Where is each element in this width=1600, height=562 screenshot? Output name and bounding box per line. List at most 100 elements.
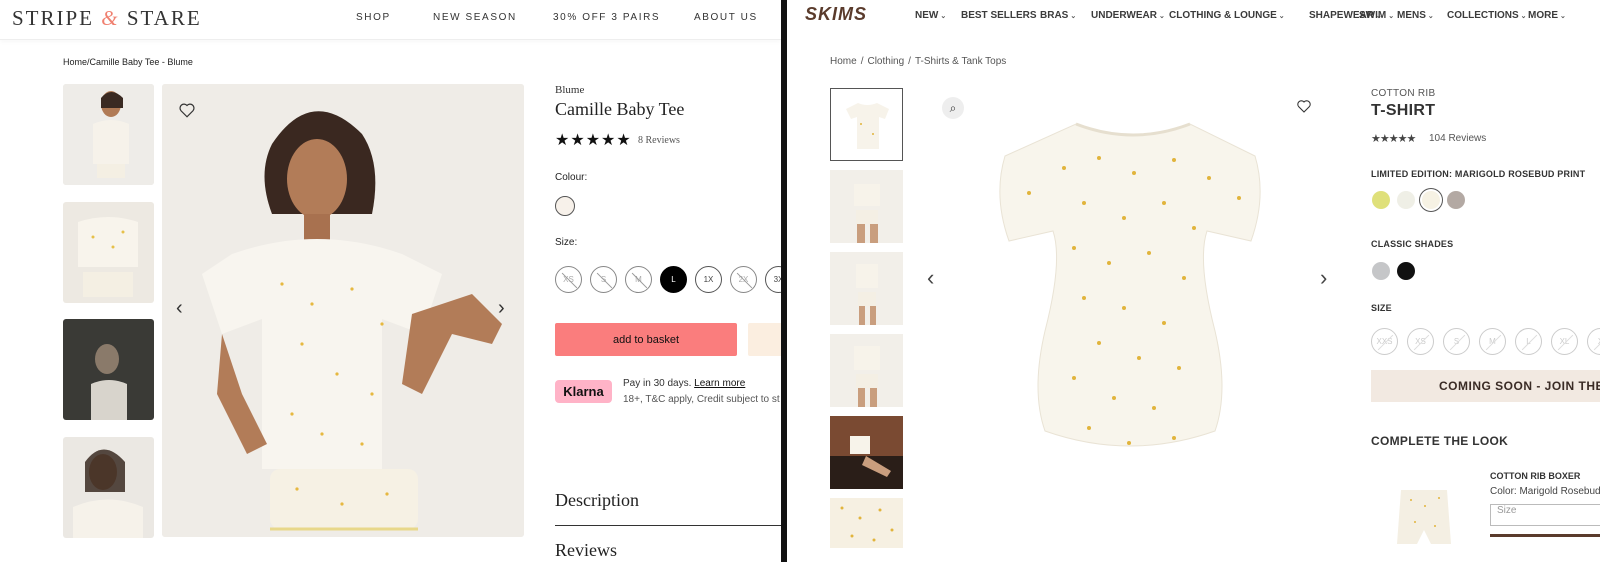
site-header: STRIPE & STARE SHOP NEW SEASON 30% OFF 3…: [0, 0, 781, 40]
color-swatch[interactable]: [1397, 262, 1415, 280]
thumbnail-1[interactable]: [63, 84, 154, 185]
size-option[interactable]: XXS: [1371, 328, 1398, 355]
add-to-basket-button[interactable]: add to basket: [555, 323, 737, 356]
thumbnail-4[interactable]: [63, 437, 154, 538]
chevron-right-icon[interactable]: ›: [498, 297, 505, 320]
chevron-down-icon: ⌄: [1070, 13, 1077, 20]
main-product-image[interactable]: [924, 88, 1339, 498]
size-option[interactable]: XL: [1551, 328, 1578, 355]
product-subtitle: COTTON RIB: [1371, 88, 1436, 99]
complete-the-look-heading: COMPLETE THE LOOK: [1371, 434, 1509, 448]
color-swatch[interactable]: [1397, 191, 1415, 209]
review-count[interactable]: 8 Reviews: [638, 135, 680, 146]
heart-icon[interactable]: [178, 101, 196, 119]
reviews-heading[interactable]: Reviews: [555, 540, 617, 561]
colour-label: Colour:: [555, 172, 588, 183]
size-option[interactable]: 3X: [765, 266, 781, 293]
secondary-button[interactable]: [748, 323, 781, 356]
boxer-name[interactable]: COTTON RIB BOXER: [1490, 471, 1580, 481]
size-option[interactable]: 2X: [730, 266, 757, 293]
review-count[interactable]: 104 Reviews: [1429, 133, 1486, 144]
join-waitlist-button[interactable]: COMING SOON - JOIN THE WAIT: [1371, 370, 1600, 402]
nav-clothing-lounge[interactable]: CLOTHING & LOUNGE ⌄: [1169, 10, 1285, 21]
nav-sale[interactable]: 30% OFF 3 PAIRS: [553, 12, 660, 23]
nav-bras[interactable]: BRAS ⌄: [1040, 10, 1076, 21]
nav-shop[interactable]: SHOP: [356, 12, 391, 23]
chevron-left-icon[interactable]: ‹: [927, 265, 934, 291]
boxer-image[interactable]: [1395, 486, 1453, 548]
heart-icon[interactable]: [1296, 98, 1312, 114]
nav-more[interactable]: MORE ⌄: [1528, 10, 1566, 21]
nav-new[interactable]: NEW ⌄: [915, 10, 946, 21]
search-icon[interactable]: ⌕: [942, 97, 964, 119]
main-product-image[interactable]: [162, 84, 524, 537]
skims-page: SKIMS NEW ⌄ BEST SELLERS BRAS ⌄ UNDERWEAR ⌄…: [787, 0, 1600, 562]
color-swatch-selected[interactable]: [1422, 191, 1440, 209]
klarna-logo: Klarna: [555, 380, 612, 403]
size-option[interactable]: M: [625, 266, 652, 293]
boxer-color: Color: Marigold Rosebud: [1490, 486, 1600, 497]
limited-edition-label: LIMITED EDITION: MARIGOLD ROSEBUD PRINT: [1371, 169, 1586, 179]
size-label: SIZE: [1371, 303, 1392, 313]
klarna-message: Pay in 30 days. Learn more: [623, 378, 746, 389]
chevron-right-icon[interactable]: ›: [1320, 265, 1327, 291]
chevron-down-icon: ⌄: [1520, 13, 1527, 20]
chevron-down-icon: ⌄: [1427, 13, 1434, 20]
product-brand[interactable]: Blume: [555, 84, 584, 96]
nav-best-sellers[interactable]: BEST SELLERS: [961, 10, 1037, 21]
nav-about-us[interactable]: ABOUT US: [694, 12, 758, 23]
thumbnail-1[interactable]: [830, 88, 903, 161]
chevron-down-icon: ⌄: [1388, 13, 1395, 20]
thumbnail-3[interactable]: [63, 319, 154, 420]
product-title: Camille Baby Tee: [555, 99, 685, 119]
size-option[interactable]: S: [590, 266, 617, 293]
size-option[interactable]: S: [1443, 328, 1470, 355]
boxer-size-select[interactable]: Size: [1490, 504, 1600, 526]
nav-new-season[interactable]: NEW SEASON: [433, 12, 517, 23]
star-rating: ★★★★★: [1371, 133, 1416, 145]
breadcrumb: Home / Clothing / T-Shirts & Tank Tops: [830, 56, 1007, 67]
breadcrumb-home[interactable]: Home: [830, 56, 857, 67]
stripe-and-stare-page: STRIPE & STARE SHOP NEW SEASON 30% OFF 3…: [0, 0, 781, 562]
thumbnail-2[interactable]: [830, 170, 903, 243]
color-swatch[interactable]: [1372, 191, 1390, 209]
color-swatch[interactable]: [1447, 191, 1465, 209]
chevron-left-icon[interactable]: ‹: [176, 297, 183, 320]
add-boxer-button[interactable]: [1490, 534, 1600, 537]
site-logo[interactable]: SKIMS: [805, 4, 867, 25]
classic-shades-label: CLASSIC SHADES: [1371, 239, 1454, 249]
chevron-down-icon: ⌄: [1560, 13, 1566, 20]
size-option[interactable]: L: [1515, 328, 1542, 355]
chevron-down-icon: ⌄: [1158, 13, 1165, 20]
thumbnail-5[interactable]: [830, 416, 903, 489]
size-option[interactable]: XS: [555, 266, 582, 293]
site-logo[interactable]: STRIPE & STARE: [12, 6, 202, 31]
star-rating: ★★★★★: [555, 132, 632, 149]
nav-collections[interactable]: COLLECTIONS ⌄: [1447, 10, 1527, 21]
thumbnail-2[interactable]: [63, 202, 154, 303]
klarna-terms: 18+, T&C apply, Credit subject to st: [623, 394, 780, 405]
learn-more-link[interactable]: Learn more: [694, 378, 745, 389]
chevron-down-icon: ⌄: [940, 13, 947, 20]
size-option[interactable]: 1X: [695, 266, 722, 293]
thumbnail-3[interactable]: [830, 252, 903, 325]
nav-swim[interactable]: SWIM ⌄: [1359, 10, 1394, 21]
breadcrumb-tshirts[interactable]: T-Shirts & Tank Tops: [915, 56, 1006, 67]
size-option[interactable]: M: [1479, 328, 1506, 355]
size-label: Size:: [555, 237, 578, 248]
color-swatch[interactable]: [1372, 262, 1390, 280]
thumbnail-4[interactable]: [830, 334, 903, 407]
chevron-down-icon: ⌄: [1278, 13, 1285, 20]
breadcrumb-clothing[interactable]: Clothing: [867, 56, 904, 67]
product-title: T-SHIRT: [1371, 102, 1436, 119]
nav-mens[interactable]: MENS ⌄: [1397, 10, 1434, 21]
divider: [555, 525, 781, 526]
colour-swatch[interactable]: [555, 196, 575, 216]
size-option[interactable]: X: [1587, 328, 1600, 355]
thumbnail-6[interactable]: [830, 498, 903, 548]
description-heading[interactable]: Description: [555, 490, 639, 511]
size-option-selected[interactable]: L: [660, 266, 687, 293]
breadcrumb[interactable]: Home/Camille Baby Tee - Blume: [63, 57, 193, 67]
size-option[interactable]: XS: [1407, 328, 1434, 355]
nav-underwear[interactable]: UNDERWEAR ⌄: [1091, 10, 1165, 21]
